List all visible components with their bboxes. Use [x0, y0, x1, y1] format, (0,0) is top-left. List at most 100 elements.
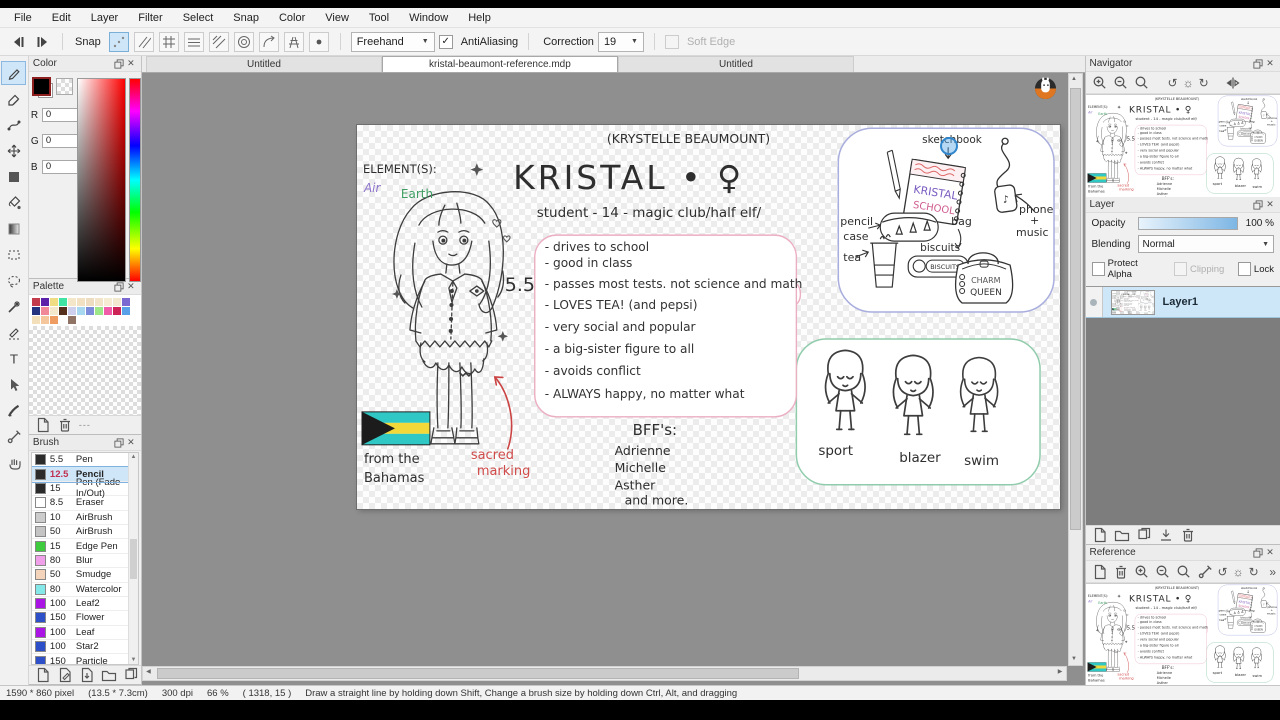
bucket-tool-icon[interactable]	[1, 191, 26, 215]
r-input[interactable]: 0	[41, 108, 80, 122]
palette-swatch[interactable]	[85, 307, 94, 315]
magic-wand-tool-icon[interactable]	[1, 295, 26, 319]
palette-swatch[interactable]	[94, 298, 103, 306]
pen-tool-icon[interactable]	[1, 61, 27, 85]
scroll-down-icon[interactable]: ▼	[1069, 654, 1080, 665]
palette-swatch[interactable]	[94, 307, 103, 315]
step-forward-icon[interactable]	[32, 33, 52, 51]
float-panel-icon[interactable]	[113, 437, 125, 448]
add-color-icon[interactable]	[35, 417, 51, 433]
brush-item[interactable]: 150 Particle	[32, 654, 128, 664]
antialiasing-checkbox[interactable]: ✓	[438, 34, 453, 49]
palette-swatch[interactable]	[121, 298, 130, 306]
step-back-icon[interactable]	[8, 33, 28, 51]
hue-slider[interactable]	[128, 78, 141, 282]
protect-alpha-checkbox[interactable]	[1091, 262, 1105, 276]
snap-perspective-icon[interactable]	[283, 31, 304, 52]
rotate-reset-icon[interactable]: ☼	[1233, 565, 1244, 579]
delete-reference-icon[interactable]	[1113, 564, 1129, 579]
clipping-checkbox[interactable]	[1173, 262, 1187, 276]
select-lasso-tool-icon[interactable]	[1, 269, 26, 293]
snap-crosshatch-icon[interactable]	[208, 31, 229, 52]
palette-swatch[interactable]	[40, 307, 49, 315]
menu-view[interactable]: View	[315, 10, 359, 26]
palette-swatch[interactable]	[59, 316, 67, 324]
snap-horizontal-icon[interactable]	[183, 31, 204, 52]
saturation-value-picker[interactable]	[76, 78, 126, 282]
move-tool-icon[interactable]	[1, 139, 26, 163]
soft-edge-checkbox[interactable]	[664, 34, 679, 49]
rotate-cw-icon[interactable]: ↻	[1249, 565, 1259, 579]
menu-help[interactable]: Help	[458, 10, 501, 26]
new-layer-icon[interactable]	[1092, 527, 1108, 543]
opacity-slider[interactable]	[1137, 217, 1238, 230]
canvas-area[interactable]: ▲ ▼ ◀ ▶	[141, 73, 1085, 685]
scroll-right-icon[interactable]: ▶	[1055, 667, 1066, 678]
zoom-out-icon[interactable]	[1155, 564, 1171, 579]
brush-item[interactable]: 5.5 Pen	[31, 453, 128, 468]
b-input[interactable]: 0	[41, 160, 80, 174]
document-canvas[interactable]	[356, 125, 1060, 509]
navigator-thumbnail[interactable]	[1085, 94, 1280, 198]
menu-color[interactable]: Color	[269, 10, 315, 26]
snap-off-icon[interactable]	[108, 31, 129, 52]
palette-swatch[interactable]	[58, 298, 67, 306]
zoom-reset-icon[interactable]	[1134, 75, 1150, 90]
brush-item[interactable]: 50 AirBrush	[31, 525, 128, 540]
fill-rect-tool-icon[interactable]	[1, 165, 26, 189]
brush-item[interactable]: 80 Blur	[31, 554, 128, 569]
palette-swatch[interactable]	[67, 316, 76, 324]
float-panel-icon[interactable]	[1252, 58, 1264, 69]
menu-filter[interactable]: Filter	[128, 10, 172, 26]
menu-window[interactable]: Window	[399, 10, 458, 26]
transparent-color-swatch[interactable]	[55, 78, 73, 95]
foreground-color-swatch[interactable]	[31, 77, 51, 96]
zoom-reset-icon[interactable]	[1176, 564, 1192, 579]
brush-item[interactable]: 150 Flower	[31, 611, 128, 626]
brush-item[interactable]: 10 AirBrush	[31, 511, 128, 525]
select-pen-tool-icon[interactable]	[1, 321, 26, 345]
merge-down-icon[interactable]	[1158, 528, 1174, 543]
snap-concentric-icon[interactable]	[233, 31, 254, 52]
palette-swatch[interactable]	[121, 307, 130, 315]
vertical-scroll-thumb[interactable]	[1069, 88, 1081, 530]
more-icon[interactable]: »	[1269, 565, 1276, 579]
document-tab[interactable]: kristal-beaumont-reference.mdp	[381, 56, 618, 72]
palette-swatch[interactable]	[103, 307, 112, 315]
g-input[interactable]: 0	[41, 134, 80, 148]
palette-swatch[interactable]	[67, 307, 76, 315]
menu-edit[interactable]: Edit	[42, 10, 81, 26]
edit-brush-icon[interactable]	[57, 667, 73, 683]
rotate-cw-icon[interactable]: ↻	[1199, 76, 1209, 90]
menu-snap[interactable]: Snap	[223, 10, 269, 26]
float-panel-icon[interactable]	[1252, 199, 1264, 210]
snap-parallel-icon[interactable]	[133, 31, 154, 52]
hand-tool-icon[interactable]	[1, 451, 26, 475]
brush-item[interactable]: 50 Smudge	[31, 568, 128, 583]
rotate-reset-icon[interactable]: ☼	[1183, 76, 1194, 90]
snap-point-icon[interactable]	[308, 31, 329, 52]
scroll-up-icon[interactable]: ▲	[1069, 74, 1080, 85]
alpaca-mascot-icon[interactable]	[1034, 77, 1057, 103]
eyedropper-tool-icon[interactable]	[1, 425, 26, 449]
close-panel-icon[interactable]: ✕	[1264, 547, 1276, 558]
menu-select[interactable]: Select	[173, 10, 224, 26]
add-brush-icon[interactable]	[35, 667, 51, 683]
brush-item[interactable]: 100 Star2	[31, 640, 128, 655]
horizontal-scrollbar[interactable]: ◀ ▶	[141, 666, 1067, 681]
float-panel-icon[interactable]	[1252, 547, 1264, 558]
close-panel-icon[interactable]: ✕	[1264, 58, 1276, 69]
delete-color-icon[interactable]	[57, 418, 73, 433]
delete-layer-icon[interactable]	[1180, 528, 1196, 543]
palette-swatch[interactable]	[103, 298, 112, 306]
operation-tool-icon[interactable]	[1, 373, 26, 397]
brush-item[interactable]: 15 Pen (Fade In/Out)	[31, 477, 128, 499]
palette-swatch[interactable]	[113, 316, 121, 324]
select-rectangle-tool-icon[interactable]	[1, 243, 26, 267]
palette-swatch[interactable]	[112, 307, 121, 315]
rotate-ccw-icon[interactable]: ↺	[1218, 565, 1228, 579]
duplicate-layer-icon[interactable]	[1136, 527, 1152, 543]
snap-grid-icon[interactable]	[158, 31, 179, 52]
float-panel-icon[interactable]	[113, 58, 125, 69]
menu-tool[interactable]: Tool	[359, 10, 399, 26]
